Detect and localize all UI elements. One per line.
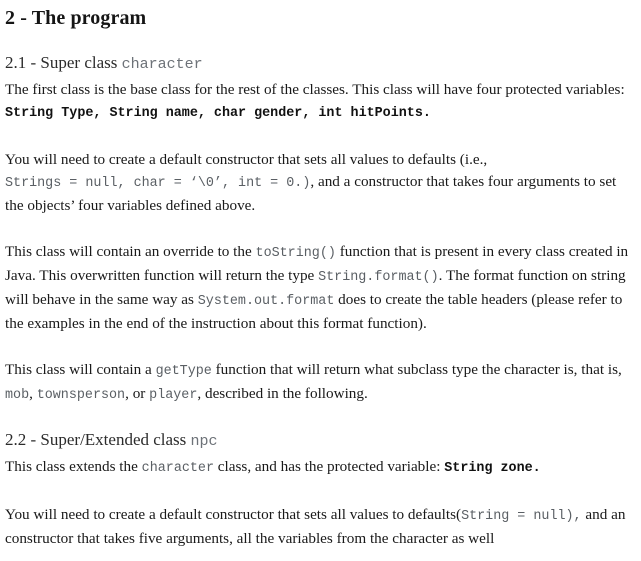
text-run: This class will contain an override to t… (5, 243, 256, 260)
page-title: 2 - The program (5, 7, 147, 29)
inline-code: String.format() (318, 270, 439, 285)
inline-code: getType (155, 364, 212, 379)
section-number-label: 2.1 - Super class (5, 53, 122, 72)
text-run: This class will contain a (5, 361, 156, 378)
paragraph-default-constructor: You will need to create a default constr… (0, 125, 641, 217)
inline-code: String Type, String name, char gender, i… (5, 106, 431, 121)
text-run: The first class is the base class for th… (5, 81, 625, 98)
text-run: function that will return what subclass … (211, 361, 622, 378)
text-run: , or (125, 385, 150, 402)
paragraph-gettype: This class will contain a getType functi… (0, 335, 641, 407)
inline-code: player (149, 388, 198, 403)
inline-code: System.out.format (197, 294, 335, 309)
text-run: , described in the following. (197, 385, 368, 402)
section-heading-2-1: 2.1 - Super class character (0, 30, 641, 75)
section-number-label: 2.2 - Super/Extended class (5, 430, 191, 449)
text-run: class, and has the protected variable: (214, 458, 445, 475)
section-class-name: npc (190, 433, 218, 450)
paragraph-first-class: The first class is the base class for th… (0, 75, 641, 125)
section-class-name: character (121, 56, 203, 73)
inline-code: mob (5, 388, 30, 403)
document-page: 2 - The program 2.1 - Super class charac… (0, 0, 641, 561)
text-run: You will need to create a default constr… (5, 151, 488, 168)
inline-code: String zone. (444, 461, 541, 476)
paragraph-npc-extends: This class extends the character class, … (0, 452, 641, 480)
text-run: You will need to create a default constr… (5, 506, 462, 523)
text-run: , (29, 385, 37, 402)
inline-code: character (141, 461, 214, 476)
inline-code: Strings = null, char = ‘\0’, int = 0.) (5, 176, 311, 191)
inline-code: toString() (255, 246, 336, 261)
paragraph-npc-constructor: You will need to create a default constr… (0, 480, 641, 550)
text-run: This class extends the (5, 458, 142, 475)
inline-code: String = null), (461, 509, 582, 524)
section-heading-2-2: 2.2 - Super/Extended class npc (0, 407, 641, 452)
paragraph-tostring: This class will contain an override to t… (0, 217, 641, 335)
inline-code: townsperson (36, 388, 126, 403)
